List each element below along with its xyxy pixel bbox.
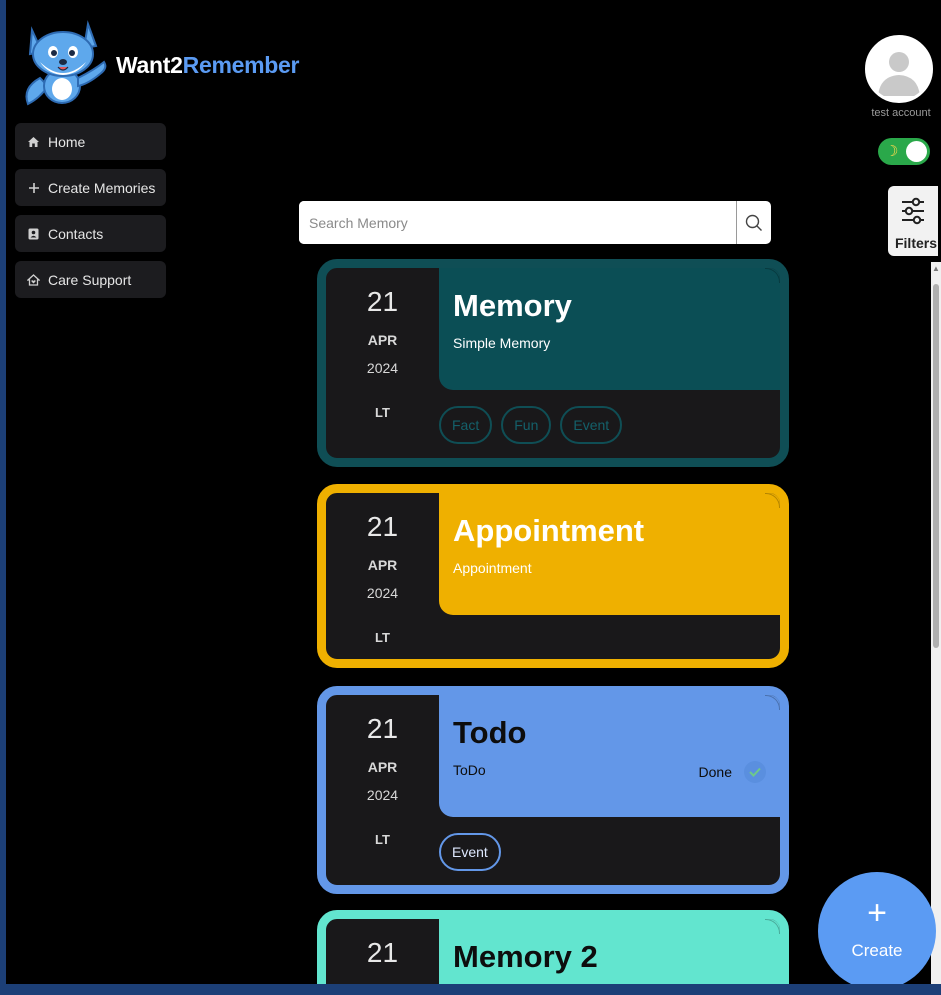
card-title: Todo — [453, 715, 527, 750]
memory-card[interactable]: 21 APR 2024 LT Memory Simple Memory Fact… — [317, 259, 789, 467]
sidebar-item-label: Home — [48, 133, 86, 150]
app-window: Want2Remember Home Create Memories Conta… — [6, 0, 941, 984]
sidebar-item-label: Create Memories — [48, 179, 156, 196]
memory-card[interactable]: 21 Memory 2 — [317, 910, 789, 984]
card-tags: Event — [439, 833, 501, 871]
card-corner — [765, 493, 780, 508]
scroll-up-arrow-icon[interactable]: ▲ — [932, 264, 940, 273]
card-day: 21 — [366, 511, 399, 542]
sidebar-item-create-memories[interactable]: Create Memories — [15, 169, 166, 206]
todo-card[interactable]: 21 APR 2024 LT Todo ToDo Done Event — [317, 686, 789, 894]
card-year: 2024 — [366, 585, 399, 601]
card-lt: LT — [375, 630, 390, 645]
card-subtitle: Simple Memory — [453, 335, 551, 351]
sidebar-item-care-support[interactable]: Care Support — [15, 261, 166, 298]
card-month: APR — [367, 332, 398, 348]
sidebar-item-label: Contacts — [48, 225, 104, 242]
sidebar-item-home[interactable]: Home — [15, 123, 166, 160]
care-house-icon — [27, 273, 40, 286]
brand-part-1: Want2 — [116, 52, 183, 78]
window-bottom-strip — [0, 984, 941, 995]
card-title: Memory 2 — [453, 939, 598, 974]
filters-button[interactable]: Filters — [888, 186, 938, 256]
scrollbar-thumb[interactable] — [933, 284, 939, 648]
create-fab-button[interactable]: + Create — [818, 872, 936, 984]
card-corner — [765, 268, 780, 283]
account-label: test account — [871, 107, 931, 119]
card-tags: Fact Fun Event — [439, 406, 623, 444]
search-icon — [745, 214, 762, 231]
theme-toggle[interactable]: ☽ — [878, 138, 930, 165]
search-button[interactable] — [736, 201, 771, 244]
card-day: 21 — [366, 937, 399, 968]
account-avatar[interactable] — [865, 35, 933, 103]
card-header: Memory Simple Memory — [439, 268, 780, 390]
card-title: Memory — [453, 288, 572, 323]
tag-event[interactable]: Event — [439, 833, 501, 871]
card-corner — [765, 695, 780, 710]
search-bar — [299, 201, 771, 244]
card-month: APR — [367, 759, 398, 775]
card-title: Appointment — [453, 513, 645, 548]
sidebar-item-contacts[interactable]: Contacts — [15, 215, 166, 252]
home-icon — [27, 136, 40, 148]
create-label: Create — [851, 941, 903, 960]
plus-icon — [27, 182, 40, 194]
card-corner — [765, 919, 780, 934]
check-icon[interactable] — [744, 761, 766, 783]
filters-label: Filters — [894, 235, 937, 251]
card-subtitle: Appointment — [453, 560, 532, 576]
tag-fact[interactable]: Fact — [439, 406, 493, 444]
plus-icon: + — [867, 894, 887, 932]
sidebar-nav: Home Create Memories Contacts Care Suppo… — [15, 123, 166, 307]
card-lt: LT — [375, 832, 390, 847]
card-header: Memory 2 — [439, 919, 780, 984]
contact-card-icon — [27, 228, 40, 240]
card-lt: LT — [375, 405, 390, 420]
card-header: Todo ToDo Done — [439, 695, 780, 817]
moon-icon: ☽ — [885, 143, 899, 160]
brand-part-2: Remember — [182, 52, 300, 78]
scrollbar[interactable]: ▲ — [931, 262, 941, 984]
fox-mascot-logo[interactable] — [18, 18, 110, 108]
card-header: Appointment Appointment — [439, 493, 780, 615]
search-input[interactable] — [299, 201, 735, 244]
card-day: 21 — [366, 713, 399, 744]
card-subtitle: ToDo — [453, 762, 486, 778]
card-year: 2024 — [366, 787, 399, 803]
todo-status: Done — [698, 764, 732, 780]
tag-event[interactable]: Event — [560, 406, 623, 444]
toggle-knob — [906, 141, 927, 162]
app-brand: Want2Remember — [116, 52, 299, 79]
appointment-card[interactable]: 21 APR 2024 LT Appointment Appointment — [317, 484, 789, 668]
sliders-icon — [902, 197, 924, 225]
tag-fun[interactable]: Fun — [501, 406, 552, 444]
card-day: 21 — [366, 286, 399, 317]
card-year: 2024 — [366, 360, 399, 376]
sidebar-item-label: Care Support — [48, 271, 132, 288]
card-month: APR — [367, 557, 398, 573]
